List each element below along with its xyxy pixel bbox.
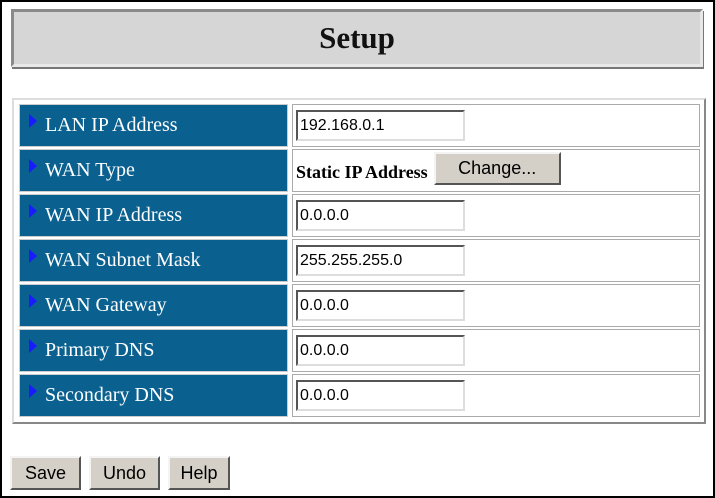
row-wan-subnet: WAN Subnet Mask (19, 239, 700, 284)
wan-type-label: WAN Type (45, 159, 135, 181)
arrow-icon (29, 383, 37, 398)
row-primary-dns: Primary DNS (19, 329, 700, 374)
arrow-icon (29, 113, 37, 128)
undo-button[interactable]: Undo (89, 456, 160, 490)
help-button[interactable]: Help (168, 456, 230, 490)
arrow-icon (29, 338, 37, 353)
row-lan-ip: LAN IP Address (19, 104, 700, 149)
secondary-dns-label: Secondary DNS (45, 384, 175, 406)
wan-type-value: Static IP Address (296, 162, 428, 182)
wan-subnet-input[interactable] (296, 245, 465, 276)
arrow-icon (29, 203, 37, 218)
row-wan-gateway: WAN Gateway (19, 284, 700, 329)
wan-ip-label: WAN IP Address (45, 204, 183, 226)
change-button[interactable]: Change... (433, 152, 561, 185)
row-wan-type: WAN Type Static IP Address Change... (19, 149, 700, 194)
save-button[interactable]: Save (10, 456, 81, 490)
settings-panel: LAN IP Address WAN Type Static IP Addres… (12, 98, 706, 424)
page-header: Setup (11, 9, 703, 67)
secondary-dns-input[interactable] (296, 380, 465, 411)
row-secondary-dns: Secondary DNS (19, 374, 700, 419)
row-wan-ip: WAN IP Address (19, 194, 700, 239)
page-title: Setup (319, 20, 395, 55)
wan-gateway-label: WAN Gateway (45, 294, 167, 316)
primary-dns-input[interactable] (296, 335, 465, 366)
lan-ip-input[interactable] (296, 110, 465, 141)
wan-subnet-label: WAN Subnet Mask (45, 249, 201, 271)
arrow-icon (29, 158, 37, 173)
arrow-icon (29, 248, 37, 263)
lan-ip-label: LAN IP Address (45, 114, 178, 136)
wan-gateway-input[interactable] (296, 290, 465, 321)
primary-dns-label: Primary DNS (45, 339, 155, 361)
arrow-icon (29, 293, 37, 308)
wan-ip-input[interactable] (296, 200, 465, 231)
